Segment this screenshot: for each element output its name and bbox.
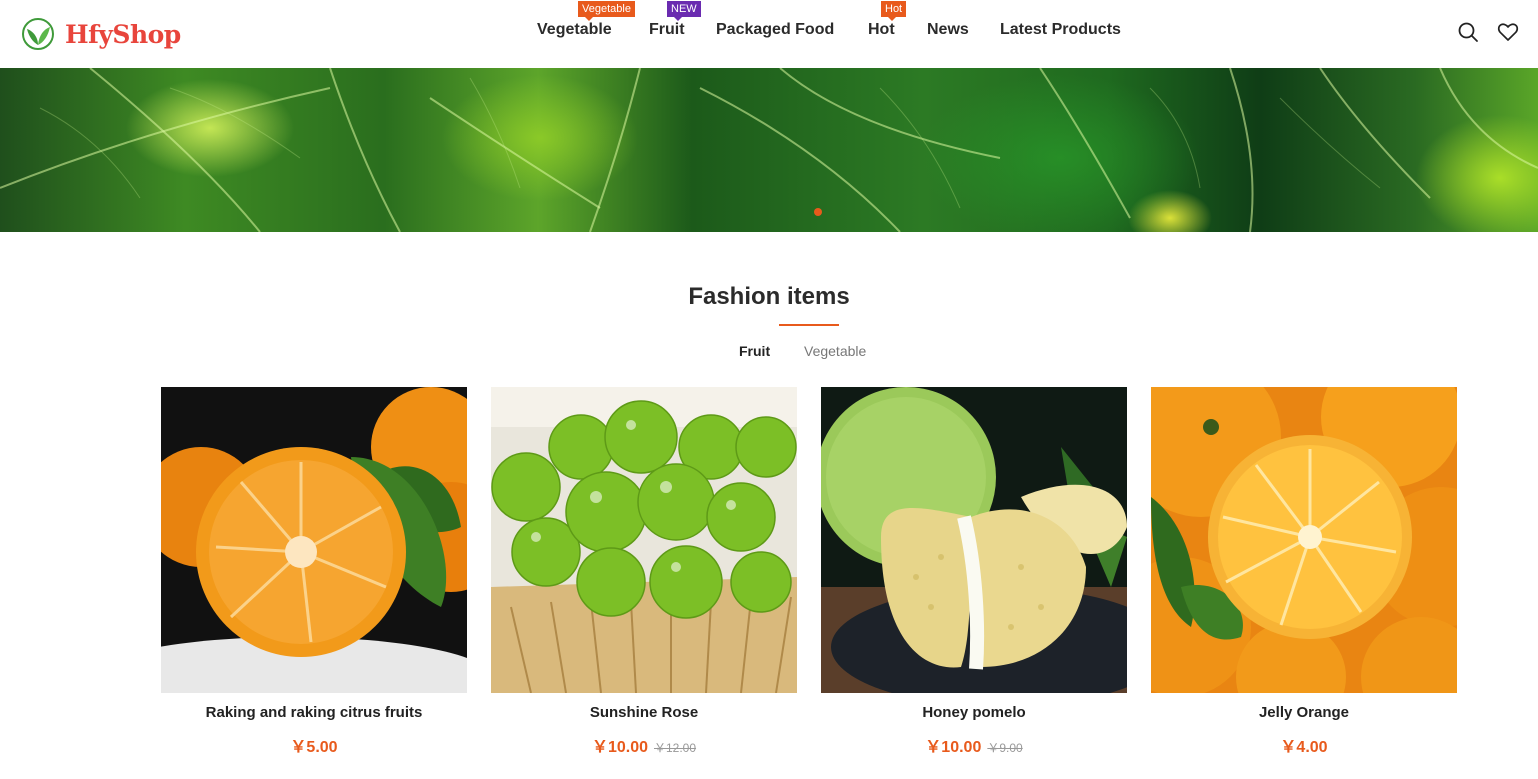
product-card[interactable]: Jelly Orange ￥4.00 bbox=[1151, 387, 1457, 767]
product-name[interactable]: Raking and raking citrus fruits bbox=[161, 704, 467, 721]
nav-badge-fruit: NEW bbox=[667, 1, 701, 21]
product-old-price: ￥12.00 bbox=[654, 741, 697, 755]
product-price-row: ￥4.00 bbox=[1151, 733, 1457, 757]
product-price: ￥10.00 bbox=[591, 739, 648, 756]
product-card[interactable]: Sunshine Rose ￥10.00 ￥12.00 bbox=[491, 387, 797, 767]
product-name[interactable]: Jelly Orange bbox=[1151, 704, 1457, 721]
product-image-jelly-orange[interactable] bbox=[1151, 387, 1457, 693]
site-header: HfyShop Vegetable Vegetable NEW Fruit Pa… bbox=[0, 0, 1538, 68]
nav-item-latest-products[interactable]: Latest Products bbox=[1000, 21, 1121, 39]
nav-item-packaged-food[interactable]: Packaged Food bbox=[716, 21, 834, 39]
search-icon[interactable] bbox=[1457, 21, 1479, 43]
product-image-honey-pomelo[interactable] bbox=[821, 387, 1127, 693]
product-card[interactable]: Honey pomelo ￥10.00 ￥9.00 bbox=[821, 387, 1127, 767]
main-nav: Vegetable Vegetable NEW Fruit Packaged F… bbox=[0, 0, 1538, 68]
product-price-row: ￥10.00 ￥12.00 bbox=[491, 733, 797, 757]
product-price: ￥5.00 bbox=[290, 739, 338, 756]
nav-item-fruit[interactable]: Fruit bbox=[649, 21, 685, 39]
product-price-row: ￥5.00 bbox=[161, 733, 467, 757]
nav-badge-hot: Hot bbox=[881, 1, 907, 21]
leaf-banner-image bbox=[0, 68, 1538, 232]
banner-pagination-dot[interactable] bbox=[814, 208, 822, 216]
product-image-sunshine-rose[interactable] bbox=[491, 387, 797, 693]
product-old-price: ￥9.00 bbox=[987, 741, 1023, 755]
tab-vegetable[interactable]: Vegetable bbox=[804, 343, 866, 359]
product-image-mandarin[interactable] bbox=[161, 387, 467, 693]
product-price: ￥4.00 bbox=[1280, 739, 1328, 756]
nav-item-news[interactable]: News bbox=[927, 21, 969, 39]
hero-banner[interactable] bbox=[0, 68, 1538, 232]
tab-fruit[interactable]: Fruit bbox=[739, 343, 770, 359]
product-name[interactable]: Sunshine Rose bbox=[491, 704, 797, 721]
nav-item-vegetable[interactable]: Vegetable bbox=[537, 21, 612, 39]
product-name[interactable]: Honey pomelo bbox=[821, 704, 1127, 721]
product-price-row: ￥10.00 ￥9.00 bbox=[821, 733, 1127, 757]
nav-badge-vegetable: Vegetable bbox=[578, 1, 635, 21]
product-card[interactable]: Raking and raking citrus fruits ￥5.00 bbox=[161, 387, 467, 767]
section-title: Fashion items bbox=[688, 283, 850, 310]
nav-item-hot[interactable]: Hot bbox=[868, 21, 895, 39]
section-underline bbox=[779, 324, 839, 326]
product-price: ￥10.00 bbox=[925, 739, 982, 756]
heart-icon[interactable] bbox=[1497, 21, 1519, 43]
